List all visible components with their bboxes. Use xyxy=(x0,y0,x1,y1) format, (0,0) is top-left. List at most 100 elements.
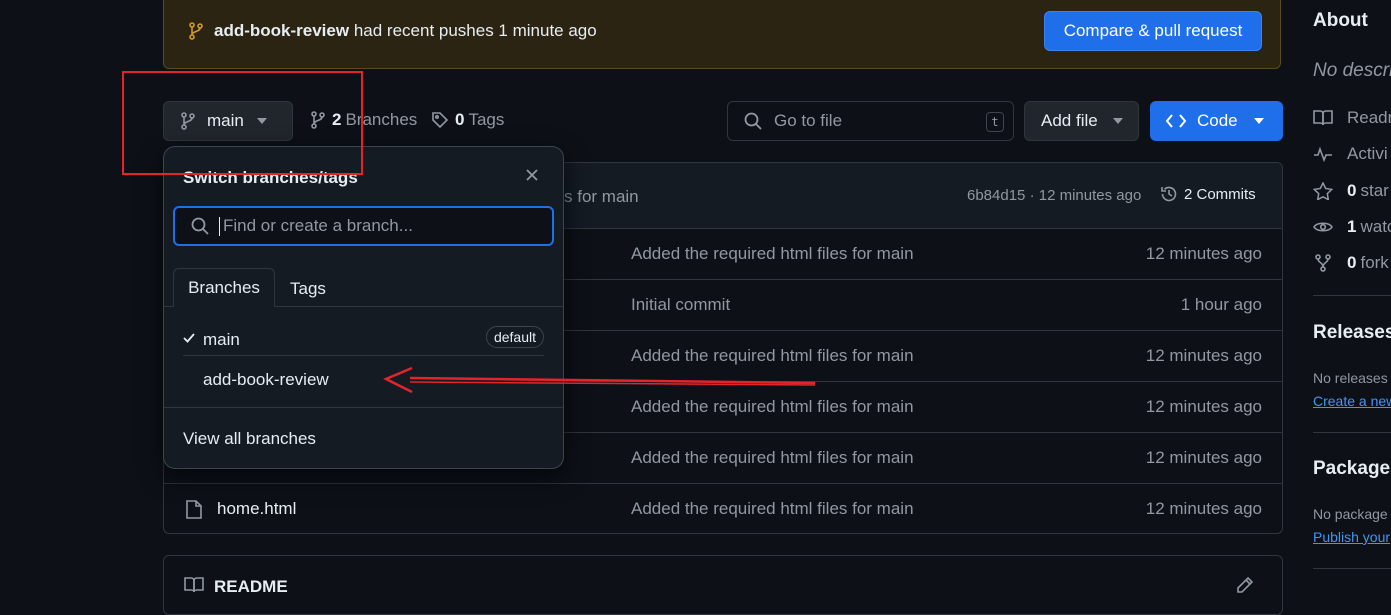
tags-count: 0 xyxy=(455,110,465,129)
create-release-link[interactable]: Create a new xyxy=(1313,393,1391,409)
search-icon xyxy=(191,217,209,235)
text-cursor xyxy=(219,216,220,236)
star-icon xyxy=(1313,182,1333,200)
readme-link-label: Readn xyxy=(1347,108,1391,127)
current-branch-label: main xyxy=(207,111,244,130)
tab-branches[interactable]: Branches xyxy=(173,268,275,307)
check-icon xyxy=(183,333,195,343)
add-file-button[interactable]: Add file xyxy=(1024,101,1139,141)
file-commit-time: 12 minutes ago xyxy=(1145,346,1262,365)
book-icon xyxy=(184,577,204,593)
activity-link[interactable]: Activi xyxy=(1313,144,1388,164)
tab-branches-label: Branches xyxy=(188,277,260,297)
eye-icon xyxy=(1313,219,1333,235)
file-commit-message[interactable]: Added the required html files for main xyxy=(631,448,914,468)
file-commit-time: 12 minutes ago xyxy=(1145,244,1262,263)
push-text: had recent pushes 1 minute ago xyxy=(353,21,597,40)
branch-search-field[interactable] xyxy=(173,206,554,246)
search-icon xyxy=(744,112,762,130)
tags-link[interactable]: 0 Tags xyxy=(431,110,504,130)
branches-count: 2 xyxy=(332,110,342,129)
no-packages-text: No package xyxy=(1313,506,1388,522)
file-icon xyxy=(186,500,202,519)
file-commit-time: 12 minutes ago xyxy=(1145,499,1262,518)
stars-link[interactable]: 0 star xyxy=(1313,181,1389,201)
no-releases-text: No releases xyxy=(1313,370,1388,386)
commits-link[interactable]: 2 Commits xyxy=(1160,185,1256,203)
code-label: Code xyxy=(1197,111,1238,130)
divider xyxy=(1313,432,1391,433)
go-to-file-input[interactable]: Go to file t xyxy=(727,101,1014,141)
branch-name: add-book-review xyxy=(203,370,329,389)
watchers-count: 1 xyxy=(1347,217,1357,236)
packages-heading[interactable]: Packages xyxy=(1313,458,1391,480)
commit-sha-time[interactable]: 6b84d15 · 12 minutes ago xyxy=(967,187,1141,204)
file-commit-message[interactable]: Added the required html files for main xyxy=(631,244,914,264)
readme-title[interactable]: README xyxy=(214,577,288,597)
branch-search-input[interactable] xyxy=(221,215,545,237)
forks-count: 0 xyxy=(1347,253,1357,272)
shortcut-key-hint: t xyxy=(986,112,1004,132)
file-commit-time: 12 minutes ago xyxy=(1145,448,1262,467)
caret-down-icon xyxy=(1253,118,1264,124)
caret-down-icon xyxy=(256,118,267,124)
watchers-link[interactable]: 1watc xyxy=(1313,217,1391,237)
no-description-text: No descri xyxy=(1313,60,1391,81)
branch-item-main[interactable]: main default xyxy=(183,321,544,358)
compare-pull-request-button[interactable]: Compare & pull request xyxy=(1044,11,1262,51)
git-branch-icon xyxy=(180,112,196,130)
git-branch-icon xyxy=(310,111,326,129)
code-icon xyxy=(1166,114,1186,128)
push-message: add-book-review had recent pushes 1 minu… xyxy=(214,21,597,41)
forks-label: fork xyxy=(1360,253,1389,272)
tab-tags[interactable]: Tags xyxy=(290,279,326,299)
book-icon xyxy=(1313,110,1333,126)
branch-switcher-dropdown: Switch branches/tags Branches Tags main … xyxy=(163,146,564,469)
go-to-file-placeholder: Go to file xyxy=(774,111,843,130)
file-commit-message[interactable]: Added the required html files for main xyxy=(631,499,914,519)
close-icon[interactable] xyxy=(525,168,539,182)
stars-count: 0 xyxy=(1347,181,1357,200)
publish-package-link[interactable]: Publish your xyxy=(1313,529,1390,545)
code-button[interactable]: Code xyxy=(1150,101,1283,141)
activity-link-label: Activi xyxy=(1347,144,1388,163)
readme-panel: README xyxy=(163,555,1283,615)
about-heading: About xyxy=(1313,10,1368,31)
caret-down-icon xyxy=(1112,118,1123,124)
file-name[interactable]: home.html xyxy=(217,499,296,519)
tag-icon xyxy=(431,111,449,129)
dropdown-tabs: Branches Tags xyxy=(164,268,563,307)
default-badge: default xyxy=(485,326,544,348)
file-commit-message[interactable]: Initial commit xyxy=(631,295,730,315)
file-commit-message[interactable]: Added the required html files for main xyxy=(631,346,914,366)
recent-push-banner: add-book-review had recent pushes 1 minu… xyxy=(163,0,1281,69)
compare-button-label: Compare & pull request xyxy=(1063,21,1243,40)
add-file-label: Add file xyxy=(1041,111,1098,130)
readme-link[interactable]: Readn xyxy=(1313,108,1391,128)
watchers-label: watc xyxy=(1360,217,1391,236)
git-branch-icon xyxy=(188,22,204,40)
branches-label: Branches xyxy=(345,110,418,129)
tags-label: Tags xyxy=(468,110,505,129)
stars-label: star xyxy=(1360,181,1389,200)
forks-link[interactable]: 0 fork xyxy=(1313,253,1389,273)
branch-item-add-book-review[interactable]: add-book-review xyxy=(183,361,544,398)
branches-link[interactable]: 2 Branches xyxy=(310,110,417,130)
releases-heading[interactable]: Releases xyxy=(1313,322,1391,344)
file-commit-time: 12 minutes ago xyxy=(1145,397,1262,416)
pulse-icon xyxy=(1313,146,1333,162)
pencil-icon[interactable] xyxy=(1236,576,1254,594)
file-commit-message[interactable]: Added the required html files for main xyxy=(631,397,914,417)
divider xyxy=(183,355,544,356)
view-all-branches-link[interactable]: View all branches xyxy=(183,429,316,449)
divider xyxy=(1313,295,1391,296)
dropdown-title: Switch branches/tags xyxy=(183,168,358,187)
file-row[interactable]: home.html Added the required html files … xyxy=(164,483,1282,533)
pushed-branch-name[interactable]: add-book-review xyxy=(214,21,349,40)
latest-commit-message[interactable]: s for main xyxy=(564,187,639,207)
file-commit-time: 1 hour ago xyxy=(1180,295,1262,314)
divider xyxy=(164,407,563,408)
fork-icon xyxy=(1313,254,1333,272)
divider xyxy=(1313,568,1391,569)
branch-selector-button[interactable]: main xyxy=(163,101,293,141)
